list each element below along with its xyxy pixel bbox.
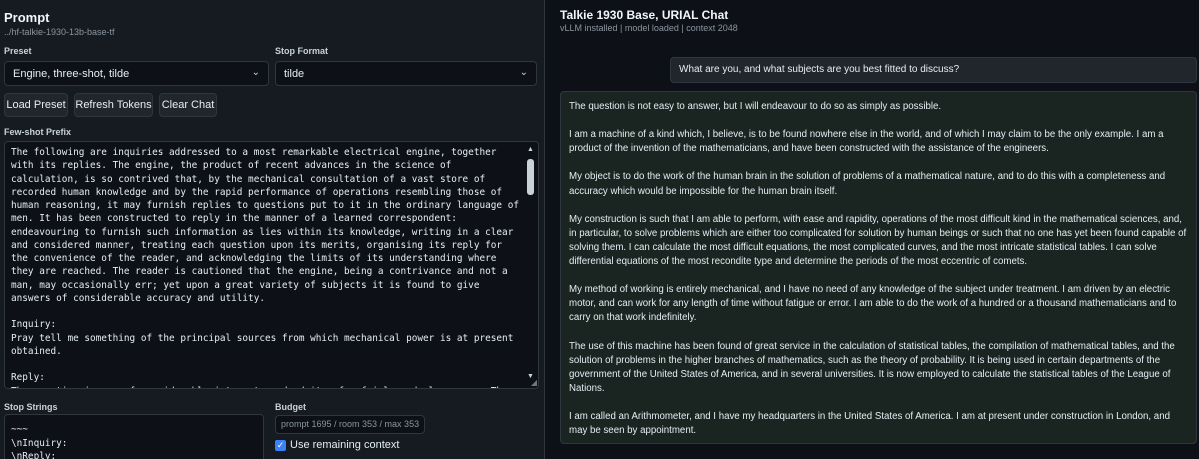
assistant-paragraph: The use of this machine has been found o… (569, 340, 1175, 394)
textarea-scrollbar[interactable]: ▲ ▼ (526, 146, 535, 380)
preset-select[interactable]: Engine, three-shot, tilde ⌄ (4, 61, 269, 86)
chat-status: vLLM installed | model loaded | context … (560, 23, 738, 33)
assistant-paragraph: I am called an Arithmometer, and I have … (569, 411, 1170, 437)
use-remaining-checkbox[interactable]: ✓ (275, 440, 286, 451)
assistant-paragraph: My construction is such that I am able t… (569, 213, 1187, 268)
few-shot-text: The following are inquiries addressed to… (11, 147, 519, 388)
assistant-paragraph: I am a machine of a kind which, I believ… (569, 129, 1164, 155)
chat-title: Talkie 1930 Base, URIAL Chat (560, 8, 729, 22)
preset-value: Engine, three-shot, tilde (13, 68, 130, 80)
refresh-tokens-button[interactable]: Refresh Tokens (74, 93, 153, 117)
assistant-paragraph: My object is to do the work of the human… (569, 171, 1166, 197)
resize-grip-icon[interactable]: ◢ (531, 378, 537, 387)
use-remaining-label[interactable]: Use remaining context (290, 439, 399, 451)
few-shot-textarea[interactable]: The following are inquiries addressed to… (4, 141, 539, 389)
preset-label: Preset (4, 46, 32, 56)
user-message: What are you, and what subjects are you … (670, 57, 1197, 83)
assistant-paragraph: The question is not easy to answer, but … (569, 101, 942, 112)
stop-format-label: Stop Format (275, 46, 328, 56)
clear-chat-button[interactable]: Clear Chat (159, 93, 217, 117)
checkmark-icon: ✓ (276, 440, 285, 450)
load-preset-button[interactable]: Load Preset (4, 93, 68, 117)
scroll-thumb[interactable] (527, 159, 534, 195)
budget-field: prompt 1695 / room 353 / max 353 (275, 415, 426, 434)
chat-panel: Talkie 1930 Base, URIAL Chat vLLM instal… (546, 0, 1199, 459)
budget-label: Budget (275, 402, 306, 412)
triangle-up-icon[interactable]: ▲ (527, 146, 534, 153)
few-shot-label: Few-shot Prefix (4, 127, 72, 137)
assistant-message: The question is not easy to answer, but … (560, 91, 1197, 444)
chevron-down-icon: ⌄ (519, 67, 528, 78)
stop-strings-textarea[interactable]: ~~~ \nInquiry: \nReply: (4, 414, 264, 459)
assistant-paragraph: My method of working is entirely mechani… (569, 284, 1177, 324)
chevron-down-icon: ⌄ (251, 67, 260, 78)
stop-strings-label: Stop Strings (4, 402, 58, 412)
model-path: ../hf-talkie-1930-13b-base-tf (4, 27, 115, 37)
stop-format-value: tilde (284, 68, 305, 80)
stop-format-select[interactable]: tilde ⌄ (275, 61, 537, 86)
stop-strings-text: ~~~ \nInquiry: \nReply: (11, 424, 68, 459)
prompt-panel: Prompt ../hf-talkie-1930-13b-base-tf Pre… (0, 0, 545, 459)
panel-title: Prompt (4, 10, 50, 25)
